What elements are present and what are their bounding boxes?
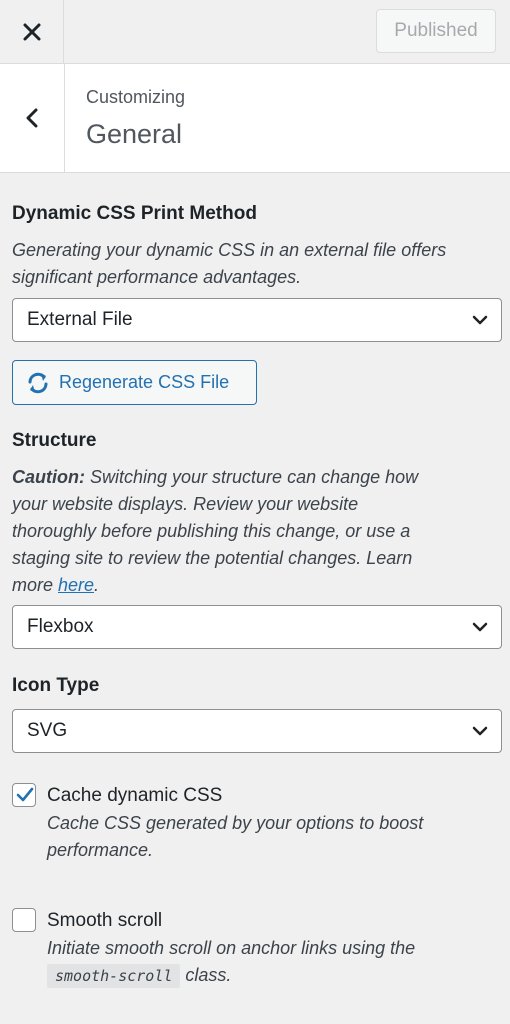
breadcrumb: Customizing xyxy=(86,87,186,107)
publish-button[interactable]: Published xyxy=(376,9,496,53)
refresh-icon xyxy=(28,372,48,393)
cache-css-desc-line: performance. xyxy=(47,840,154,860)
structure-desc-text: Switching your structure can change how xyxy=(84,467,419,487)
icon-type-selected-value: SVG xyxy=(27,720,68,741)
chevron-down-icon xyxy=(472,622,488,632)
customizer-header: Published xyxy=(0,0,510,64)
section-header: Customizing General xyxy=(0,64,510,173)
code-snippet: smooth-scroll xyxy=(47,964,181,988)
dynamic-css-description: Generating your dynamic CSS in an extern… xyxy=(12,240,447,287)
smooth-scroll-desc-line: Initiate smooth scroll on anchor links u… xyxy=(47,938,416,958)
checkmark-icon xyxy=(16,787,34,802)
cache-css-desc-line: Cache CSS generated by your options to b… xyxy=(47,813,424,833)
regenerate-css-label: Regenerate CSS File xyxy=(59,372,230,392)
structure-select[interactable]: Flexbox xyxy=(12,605,502,649)
structure-description: Caution: Switching your structure can ch… xyxy=(12,464,504,599)
dynamic-css-selected-value: External File xyxy=(27,309,133,330)
caution-label: Caution: xyxy=(12,467,85,487)
structure-selected-value: Flexbox xyxy=(27,616,94,637)
structure-desc-line: more here. xyxy=(12,572,504,599)
smooth-scroll-checkbox[interactable] xyxy=(12,908,36,932)
chevron-down-icon xyxy=(472,315,488,325)
structure-desc-line: your website displays. Review your websi… xyxy=(12,494,359,514)
smooth-scroll-desc-after: class. xyxy=(180,965,232,985)
smooth-scroll-label[interactable]: Smooth scroll xyxy=(47,910,162,932)
chevron-down-icon xyxy=(472,726,488,736)
cache-css-description: Cache CSS generated by your options to b… xyxy=(47,810,497,864)
smooth-scroll-desc-line: smooth-scroll class. xyxy=(47,962,497,990)
page-title: General xyxy=(86,119,183,149)
close-icon xyxy=(23,23,40,40)
chevron-left-icon xyxy=(26,108,38,128)
cache-css-label[interactable]: Cache dynamic CSS xyxy=(47,785,222,807)
structure-desc-line: Caution: Switching your structure can ch… xyxy=(12,464,504,491)
structure-desc-more: more xyxy=(12,575,59,595)
regenerate-css-button[interactable]: Regenerate CSS File xyxy=(12,360,257,405)
back-button[interactable] xyxy=(0,64,65,172)
cache-css-checkbox[interactable] xyxy=(12,783,36,807)
dynamic-css-select[interactable]: External File xyxy=(12,298,502,342)
structure-desc-period: . xyxy=(94,575,100,595)
learn-more-link[interactable]: here xyxy=(58,575,94,595)
smooth-scroll-description: Initiate smooth scroll on anchor links u… xyxy=(47,935,497,990)
structure-desc-line: staging site to review the potential cha… xyxy=(12,548,413,568)
close-button[interactable] xyxy=(0,0,64,63)
icon-type-title: Icon Type xyxy=(12,675,100,696)
icon-type-select[interactable]: SVG xyxy=(12,709,502,753)
dynamic-css-title: Dynamic CSS Print Method xyxy=(12,203,257,224)
structure-title: Structure xyxy=(12,430,97,451)
structure-desc-line: thoroughly before publishing this change… xyxy=(12,521,411,541)
